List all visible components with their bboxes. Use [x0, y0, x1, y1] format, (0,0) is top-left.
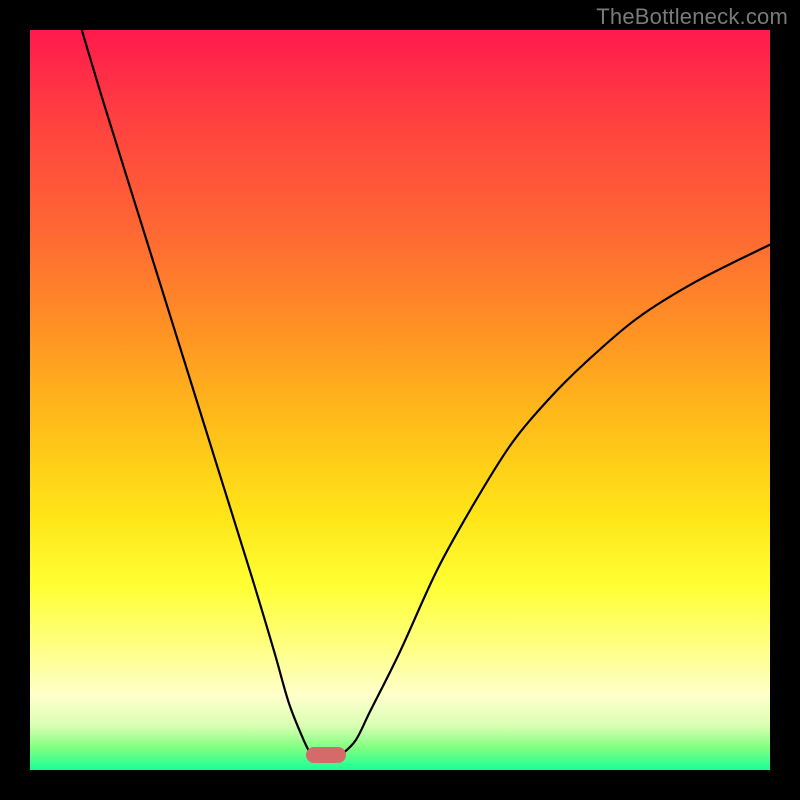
curve-layer: [30, 30, 770, 770]
left-branch-curve: [82, 30, 311, 755]
right-branch-curve: [341, 245, 770, 756]
valley-marker: [306, 747, 347, 763]
watermark-text: TheBottleneck.com: [596, 4, 788, 30]
chart-frame: TheBottleneck.com: [0, 0, 800, 800]
plot-area: [30, 30, 770, 770]
